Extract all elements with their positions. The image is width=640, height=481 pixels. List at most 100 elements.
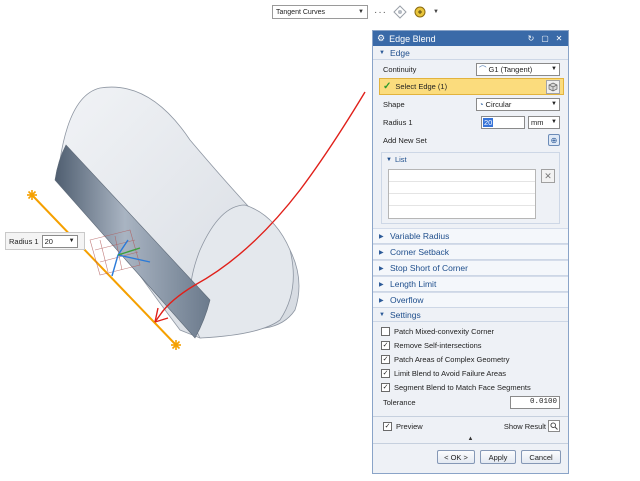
cancel-button[interactable]: Cancel bbox=[521, 450, 561, 464]
continuity-row: Continuity ⌒ G1 (Tangent) ▼ bbox=[373, 60, 568, 78]
section-collapsed[interactable]: ▶ Variable Radius bbox=[373, 228, 568, 244]
collapse-icon[interactable]: ▢ bbox=[540, 34, 550, 43]
list-item[interactable] bbox=[389, 182, 535, 194]
radius-onscreen-input: Radius 1 20 ▼ bbox=[5, 232, 85, 250]
curve-rule-dropdown[interactable]: Tangent Curves ▼ bbox=[272, 5, 368, 19]
edge-start-marker bbox=[27, 190, 37, 200]
expand-footer-icon[interactable]: ▲ bbox=[373, 435, 568, 443]
radius-unit: mm bbox=[531, 117, 544, 127]
settings-option-label: Segment Blend to Match Face Segments bbox=[394, 382, 531, 392]
continuity-dropdown[interactable]: ⌒ G1 (Tangent) ▼ bbox=[476, 62, 560, 76]
settings-list: Patch Mixed-convexity Corner ✓ Remove Self… bbox=[373, 322, 568, 394]
list-item[interactable] bbox=[389, 194, 535, 206]
radius-onscreen-label: Radius 1 bbox=[9, 236, 39, 246]
list-group: ▼ List ✕ bbox=[381, 152, 560, 224]
curve-rule-value: Tangent Curves bbox=[276, 8, 326, 16]
settings-checkbox[interactable]: ✓ bbox=[381, 368, 390, 378]
shape-dropdown[interactable]: ◔ Circular ▼ bbox=[476, 97, 560, 111]
section-collapsed-label: Length Limit bbox=[390, 279, 437, 289]
settings-option-label: Remove Self-intersections bbox=[394, 340, 482, 350]
section-settings[interactable]: ▼ Settings bbox=[373, 308, 568, 322]
continuity-value: G1 (Tangent) bbox=[488, 64, 533, 74]
section-settings-label: Settings bbox=[390, 309, 421, 320]
chevron-right-icon: ▶ bbox=[379, 297, 384, 304]
section-collapsed[interactable]: ▶ Overflow bbox=[373, 292, 568, 308]
shape-row: Shape ◔ Circular ▼ bbox=[373, 95, 568, 113]
chevron-down-icon[interactable]: ▼ bbox=[433, 9, 439, 15]
section-edge[interactable]: ▼ Edge bbox=[373, 46, 568, 60]
gear-icon: ⚙ bbox=[377, 33, 386, 43]
dialog-buttons: < OK > Apply Cancel bbox=[373, 444, 568, 464]
radius-onscreen-value: 20 bbox=[44, 236, 53, 246]
radius-label: Radius 1 bbox=[383, 117, 413, 127]
select-edge-cube-icon[interactable] bbox=[546, 79, 560, 94]
tolerance-input[interactable]: 0.0100 bbox=[510, 396, 560, 409]
chevron-down-icon: ▼ bbox=[551, 101, 557, 107]
select-edge-label: Select Edge (1) bbox=[395, 82, 448, 91]
settings-checkbox[interactable]: ✓ bbox=[381, 382, 390, 392]
edge-blend-dialog: ⚙ Edge Blend ↻ ▢ ✕ ▼ Edge Continuity ⌒ G… bbox=[372, 30, 569, 474]
more-options-icon[interactable]: ··· bbox=[374, 7, 387, 18]
section-collapsed[interactable]: ▶ Stop Short of Corner bbox=[373, 260, 568, 276]
chevron-right-icon: ▶ bbox=[379, 249, 384, 256]
apply-button[interactable]: Apply bbox=[480, 450, 516, 464]
collapsed-sections: ▶ Variable Radius ▶ Corner Setback ▶ Stop Sho… bbox=[373, 228, 568, 308]
settings-checkbox[interactable]: ✓ bbox=[381, 354, 390, 364]
section-collapsed-label: Overflow bbox=[390, 295, 424, 305]
chevron-down-icon: ▼ bbox=[386, 156, 392, 163]
shape-value: Circular bbox=[485, 99, 512, 109]
preview-label: Preview bbox=[396, 421, 423, 431]
close-icon[interactable]: ✕ bbox=[554, 34, 564, 43]
remove-item-icon[interactable]: ✕ bbox=[541, 169, 555, 183]
settings-option-label: Limit Blend to Avoid Failure Areas bbox=[394, 368, 507, 378]
check-icon: ✓ bbox=[383, 81, 392, 92]
section-collapsed-label: Corner Setback bbox=[390, 247, 450, 257]
select-edge-row[interactable]: ✓ Select Edge (1) bbox=[379, 78, 564, 95]
snap-point-icon[interactable] bbox=[393, 5, 407, 19]
chevron-down-icon: ▼ bbox=[551, 119, 557, 125]
tolerance-row: Tolerance 0.0100 bbox=[373, 394, 568, 411]
radius-input[interactable]: 20 bbox=[481, 115, 525, 129]
preview-checkbox[interactable]: ✓ bbox=[383, 421, 392, 431]
section-edge-label: Edge bbox=[390, 47, 410, 58]
list-header[interactable]: ▼ List bbox=[382, 153, 559, 166]
set-list[interactable] bbox=[388, 169, 536, 219]
add-new-set-label: Add New Set bbox=[383, 135, 427, 145]
settings-option: ✓ Remove Self-intersections bbox=[373, 338, 568, 352]
settings-checkbox[interactable] bbox=[381, 326, 390, 336]
section-collapsed[interactable]: ▶ Corner Setback bbox=[373, 244, 568, 260]
chevron-right-icon: ▶ bbox=[379, 265, 384, 272]
settings-checkbox[interactable]: ✓ bbox=[381, 340, 390, 350]
top-toolbar: Tangent Curves ▼ ··· ▼ bbox=[272, 4, 439, 20]
continuity-label: Continuity bbox=[383, 64, 417, 74]
chevron-down-icon: ▼ bbox=[68, 238, 75, 244]
graphics-viewport[interactable]: Radius 1 20 ▼ bbox=[0, 20, 372, 481]
settings-option-label: Patch Areas of Complex Geometry bbox=[394, 354, 510, 364]
reset-icon[interactable]: ↻ bbox=[526, 34, 536, 43]
settings-option-label: Patch Mixed-convexity Corner bbox=[394, 326, 495, 336]
settings-option: ✓ Segment Blend to Match Face Segments bbox=[373, 380, 568, 394]
dialog-title: Edge Blend bbox=[389, 33, 436, 44]
selection-scope-icon[interactable] bbox=[413, 5, 427, 19]
settings-option: ✓ Limit Blend to Avoid Failure Areas bbox=[373, 366, 568, 380]
edge-end-marker bbox=[171, 340, 181, 350]
show-result-label: Show Result bbox=[503, 421, 546, 431]
radius-value: 20 bbox=[483, 117, 494, 127]
chevron-right-icon: ▶ bbox=[379, 281, 384, 288]
chevron-down-icon: ▼ bbox=[358, 9, 364, 15]
ok-button[interactable]: < OK > bbox=[437, 450, 475, 464]
list-label: List bbox=[394, 155, 407, 164]
radius-onscreen-field[interactable]: 20 ▼ bbox=[41, 234, 78, 248]
preview-row: ✓ Preview Show Result bbox=[373, 417, 568, 435]
settings-option: Patch Mixed-convexity Corner bbox=[373, 324, 568, 338]
tangent-icon: ⌒ bbox=[479, 64, 487, 74]
radius-row: Radius 1 20 mm ▼ bbox=[373, 113, 568, 131]
radius-unit-dropdown[interactable]: mm ▼ bbox=[528, 115, 560, 129]
chevron-down-icon: ▼ bbox=[379, 311, 385, 318]
settings-option: ✓ Patch Areas of Complex Geometry bbox=[373, 352, 568, 366]
show-result-button[interactable] bbox=[548, 420, 560, 432]
add-new-set-button[interactable]: ⊕ bbox=[548, 134, 560, 146]
section-collapsed[interactable]: ▶ Length Limit bbox=[373, 276, 568, 292]
list-item[interactable] bbox=[389, 170, 535, 182]
shape-label: Shape bbox=[383, 99, 405, 109]
